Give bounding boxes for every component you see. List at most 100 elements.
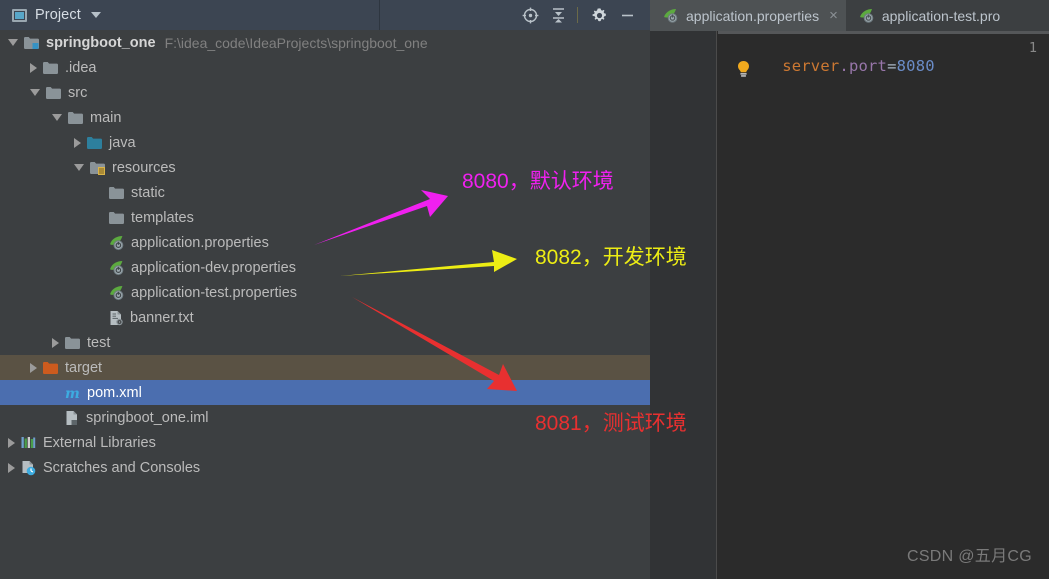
chevron-right-icon[interactable]: [74, 137, 81, 148]
source-folder-icon: [86, 135, 103, 150]
editor-tabs: application.properties × application-tes…: [650, 0, 1049, 31]
tree-row[interactable]: springboot_one F:\idea_code\IdeaProjects\…: [0, 30, 650, 55]
tree-row-label: resources: [112, 159, 176, 176]
tree-row[interactable]: banner.txt: [0, 305, 650, 330]
tree-row-label: banner.txt: [130, 309, 194, 326]
svg-text:m: m: [65, 386, 80, 401]
tree-row-label: src: [68, 84, 88, 101]
locate-icon[interactable]: [517, 3, 543, 27]
maven-icon: m: [64, 385, 81, 401]
folder-icon: [64, 335, 81, 350]
tree-row-label: static: [131, 184, 165, 201]
chevron-down-icon[interactable]: [30, 89, 40, 96]
gear-icon[interactable]: [586, 3, 612, 27]
libraries-icon: [20, 435, 37, 450]
scratches-icon: [20, 460, 37, 476]
tree-row-label: pom.xml: [87, 384, 142, 401]
chevron-down-icon[interactable]: [8, 39, 18, 46]
tree-row-label: springboot_one.iml: [86, 409, 209, 426]
line-number: 1: [1028, 40, 1037, 56]
tree-row-label: test: [87, 334, 111, 351]
tree-row-label: java: [109, 134, 136, 151]
spring-properties-icon: [858, 8, 875, 24]
tree-row-label: templates: [131, 209, 194, 226]
tree-row[interactable]: Scratches and Consoles: [0, 455, 650, 480]
tree-row[interactable]: m pom.xml: [0, 380, 650, 405]
folder-icon: [67, 110, 84, 125]
watermark: CSDN @五月CG: [906, 548, 1032, 565]
project-icon: [12, 8, 27, 22]
code-token-key: server: [782, 57, 840, 75]
resources-folder-icon: [89, 160, 106, 175]
toolwindow-toolbar: [380, 0, 650, 30]
tab-label: application-test.pro: [881, 7, 1001, 24]
code-token-subkey: port: [848, 57, 888, 75]
spring-properties-icon: [108, 235, 125, 251]
minimize-icon[interactable]: [614, 3, 640, 27]
tree-row-label: application.properties: [131, 234, 269, 251]
code-line[interactable]: server.port=8080: [725, 39, 935, 93]
tree-row[interactable]: application-test.properties: [0, 280, 650, 305]
tree-row-label: application-test.properties: [131, 284, 298, 301]
chevron-right-icon[interactable]: [30, 362, 37, 373]
tree-row-label: External Libraries: [43, 434, 156, 451]
folder-icon: [108, 185, 125, 200]
excluded-folder-icon: [42, 360, 59, 375]
tree-row-path: F:\idea_code\IdeaProjects\springboot_one: [164, 34, 428, 51]
folder-icon: [45, 85, 62, 100]
editor-top-shadow: [718, 31, 1049, 34]
tree-row-label: target: [65, 359, 103, 376]
code-token-dot: .: [839, 57, 849, 75]
lightbulb-icon[interactable]: [735, 60, 752, 83]
chevron-right-icon[interactable]: [8, 462, 15, 473]
folder-icon: [108, 210, 125, 225]
project-tree[interactable]: springboot_one F:\idea_code\IdeaProjects\…: [0, 30, 650, 579]
tree-row[interactable]: java: [0, 130, 650, 155]
spring-properties-icon: [662, 8, 679, 24]
tree-row[interactable]: main: [0, 105, 650, 130]
tree-row-label: application-dev.properties: [131, 259, 296, 276]
chevron-down-icon[interactable]: [90, 12, 101, 18]
editor-gutter: [650, 31, 717, 579]
tree-row[interactable]: target: [0, 355, 650, 380]
annotation-dev-env: 8082，开发环境: [535, 246, 687, 269]
collapse-all-icon[interactable]: [545, 3, 571, 27]
tree-row-label: Scratches and Consoles: [43, 459, 201, 476]
tree-row-label: .idea: [65, 59, 97, 76]
tab-application-test-properties[interactable]: application-test.pro: [845, 0, 1009, 31]
tree-row[interactable]: .idea: [0, 55, 650, 80]
folder-icon: [42, 60, 59, 75]
close-icon[interactable]: ×: [829, 8, 838, 23]
annotation-default-env: 8080，默认环境: [462, 170, 614, 193]
chevron-down-icon[interactable]: [74, 164, 84, 171]
module-folder-icon: [23, 35, 40, 50]
chevron-right-icon[interactable]: [8, 437, 15, 448]
chevron-down-icon[interactable]: [52, 114, 62, 121]
tree-row-label: main: [90, 109, 122, 126]
chevron-right-icon[interactable]: [52, 337, 59, 348]
tree-row[interactable]: templates: [0, 205, 650, 230]
idea-window: Project application.properties × applica…: [0, 0, 1049, 579]
tree-row[interactable]: src: [0, 80, 650, 105]
spring-properties-icon: [108, 260, 125, 276]
editor-pane[interactable]: 1 server.port=8080: [650, 31, 1049, 579]
spring-properties-icon: [108, 285, 125, 301]
tree-row-label: springboot_one: [46, 34, 156, 51]
project-toolwindow-header[interactable]: Project: [0, 0, 380, 30]
tab-label: application.properties: [686, 7, 820, 24]
tree-row[interactable]: test: [0, 330, 650, 355]
annotation-test-env: 8081，测试环境: [535, 412, 687, 435]
tab-application-properties[interactable]: application.properties ×: [650, 0, 846, 31]
project-toolwindow-title: Project: [35, 7, 81, 23]
chevron-right-icon[interactable]: [30, 62, 37, 73]
toolbar-separator: [577, 7, 578, 23]
iml-file-icon: [64, 410, 80, 426]
